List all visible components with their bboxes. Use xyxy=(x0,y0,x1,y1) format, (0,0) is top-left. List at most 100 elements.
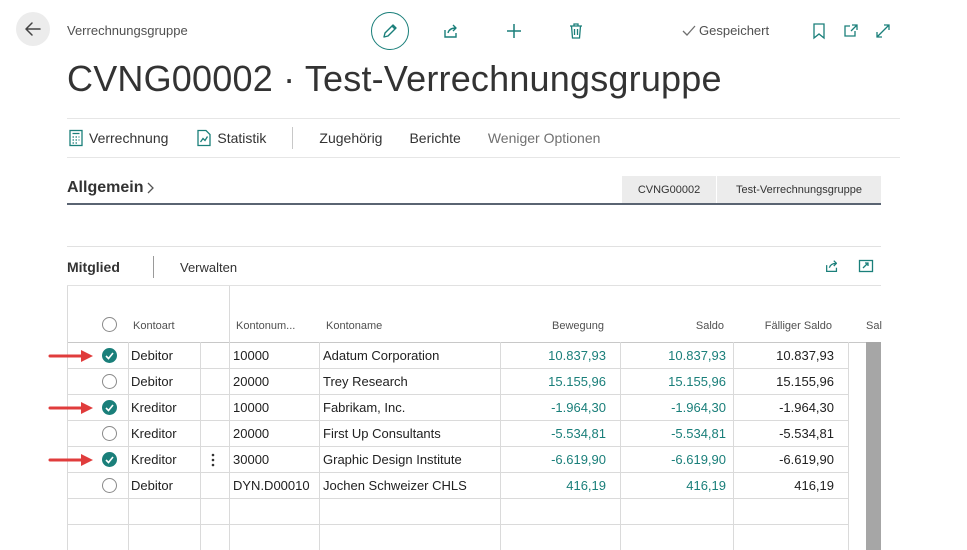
annotation-arrow-icon xyxy=(48,350,93,362)
edit-button[interactable] xyxy=(371,12,409,50)
grid-line xyxy=(67,286,68,550)
section-allgemein-header[interactable]: Allgemein xyxy=(67,179,155,197)
row-selected-checkbox[interactable] xyxy=(102,348,117,363)
column-header-more[interactable]: Sal xyxy=(866,320,882,332)
grid-line xyxy=(67,420,848,421)
column-header-faelliger-saldo[interactable]: Fälliger Saldo xyxy=(745,320,832,332)
column-header-bewegung[interactable]: Bewegung xyxy=(520,320,604,332)
cell-bewegung[interactable]: 10.837,93 xyxy=(503,348,606,363)
part-expand-button[interactable] xyxy=(857,257,875,275)
statistik-label: Statistik xyxy=(217,130,267,146)
cell-saldo[interactable]: -6.619,90 xyxy=(623,452,726,467)
cell-saldo[interactable]: 10.837,93 xyxy=(623,348,726,363)
grid-line xyxy=(67,498,848,499)
action-separator xyxy=(292,127,294,149)
statistik-action[interactable]: Statistik xyxy=(196,129,266,147)
column-header-kontoart[interactable]: Kontoart xyxy=(133,320,175,332)
cell-kontoart[interactable]: Debitor xyxy=(131,348,173,363)
verwalten-action[interactable]: Verwalten xyxy=(180,260,237,275)
cell-bewegung[interactable]: -5.534,81 xyxy=(503,426,606,441)
zugehoerig-action[interactable]: Zugehörig xyxy=(319,130,382,146)
share-icon xyxy=(444,24,457,38)
cell-kontoname[interactable]: Trey Research xyxy=(323,374,408,389)
cell-saldo[interactable]: 416,19 xyxy=(623,478,726,493)
delete-button[interactable] xyxy=(565,20,587,42)
column-header-saldo[interactable]: Saldo xyxy=(640,320,724,332)
cell-kontoname[interactable]: Graphic Design Institute xyxy=(323,452,462,467)
berichte-action[interactable]: Berichte xyxy=(409,130,460,146)
statistics-icon xyxy=(197,129,212,147)
cell-saldo[interactable]: 15.155,96 xyxy=(623,374,726,389)
new-button[interactable] xyxy=(503,20,525,42)
saved-status-label: Gespeichert xyxy=(699,23,770,38)
cell-bewegung[interactable]: 416,19 xyxy=(503,478,606,493)
share-icon xyxy=(826,260,838,272)
cell-kontoart[interactable]: Debitor xyxy=(131,374,173,389)
cell-kontonummer[interactable]: 10000 xyxy=(233,400,269,415)
cell-kontoart[interactable]: Kreditor xyxy=(131,426,177,441)
column-header-kontonummer[interactable]: Kontonum... xyxy=(236,320,295,332)
row-select-radio[interactable] xyxy=(102,374,117,389)
cell-faelliger-saldo: 15.155,96 xyxy=(776,374,834,389)
open-new-window-button[interactable] xyxy=(840,20,862,42)
cell-kontoname[interactable]: Adatum Corporation xyxy=(323,348,439,363)
checkmark-icon xyxy=(105,455,114,464)
cell-kontonummer[interactable]: 10000 xyxy=(233,348,269,363)
summary-name: Test-Verrechnungsgruppe xyxy=(717,176,881,203)
cell-kontoart[interactable]: Debitor xyxy=(131,478,173,493)
column-header-kontoname[interactable]: Kontoname xyxy=(326,320,382,332)
grid-header-divider xyxy=(67,342,867,343)
part-top-divider xyxy=(67,246,881,247)
back-button[interactable] xyxy=(16,12,50,46)
cell-kontonummer[interactable]: 20000 xyxy=(233,426,269,441)
cell-kontonummer[interactable]: 30000 xyxy=(233,452,269,467)
expand-icon xyxy=(876,24,890,38)
grid-line xyxy=(67,472,848,473)
cell-bewegung[interactable]: 15.155,96 xyxy=(503,374,606,389)
chevron-right-icon xyxy=(148,182,155,194)
arrow-left-icon xyxy=(25,22,41,36)
cell-kontoname[interactable]: Jochen Schweizer CHLS xyxy=(323,478,467,493)
cell-saldo[interactable]: -1.964,30 xyxy=(623,400,726,415)
row-selected-checkbox[interactable] xyxy=(102,452,117,467)
page-title: CVNG00002 · Test-Verrechnungsgruppe xyxy=(67,58,722,99)
cell-faelliger-saldo: 10.837,93 xyxy=(776,348,834,363)
checkmark-icon xyxy=(105,403,114,412)
select-all-radio[interactable] xyxy=(102,317,117,332)
expand-button[interactable] xyxy=(872,20,894,42)
cell-saldo[interactable]: -5.534,81 xyxy=(623,426,726,441)
cell-kontoname[interactable]: Fabrikam, Inc. xyxy=(323,400,405,415)
annotation-arrow-icon xyxy=(48,402,93,414)
cell-kontoart[interactable]: Kreditor xyxy=(131,452,177,467)
breadcrumb[interactable]: Verrechnungsgruppe xyxy=(67,23,188,38)
row-selected-checkbox[interactable] xyxy=(102,400,117,415)
row-actions-menu-icon[interactable] xyxy=(209,452,217,468)
cell-kontoname[interactable]: First Up Consultants xyxy=(323,426,441,441)
cell-faelliger-saldo: 416,19 xyxy=(794,478,834,493)
bookmark-button[interactable] xyxy=(808,20,830,42)
verrechnung-label: Verrechnung xyxy=(89,130,169,146)
action-bar: Verrechnung Statistik Zugehörig Berichte… xyxy=(67,118,900,158)
cell-kontonummer[interactable]: DYN.D00010 xyxy=(233,478,310,493)
part-toolbar-divider xyxy=(67,285,881,286)
focus-mode-icon xyxy=(858,259,874,273)
cell-faelliger-saldo: -5.534,81 xyxy=(779,426,834,441)
cell-bewegung[interactable]: -6.619,90 xyxy=(503,452,606,467)
verrechnung-action[interactable]: Verrechnung xyxy=(68,129,168,147)
cell-faelliger-saldo: -6.619,90 xyxy=(779,452,834,467)
weniger-optionen-action[interactable]: Weniger Optionen xyxy=(488,130,601,146)
cell-kontoart[interactable]: Kreditor xyxy=(131,400,177,415)
share-button[interactable] xyxy=(440,20,462,42)
grid-scrollbar[interactable] xyxy=(866,342,881,550)
cell-bewegung[interactable]: -1.964,30 xyxy=(503,400,606,415)
grid-line xyxy=(67,394,848,395)
part-share-button[interactable] xyxy=(823,257,841,275)
cell-kontonummer[interactable]: 20000 xyxy=(233,374,269,389)
grid-line xyxy=(848,342,849,550)
part-separator xyxy=(153,256,154,278)
row-select-radio[interactable] xyxy=(102,478,117,493)
trash-icon xyxy=(570,23,582,39)
row-select-radio[interactable] xyxy=(102,426,117,441)
checkmark-icon xyxy=(682,25,696,36)
pencil-icon xyxy=(383,24,397,38)
